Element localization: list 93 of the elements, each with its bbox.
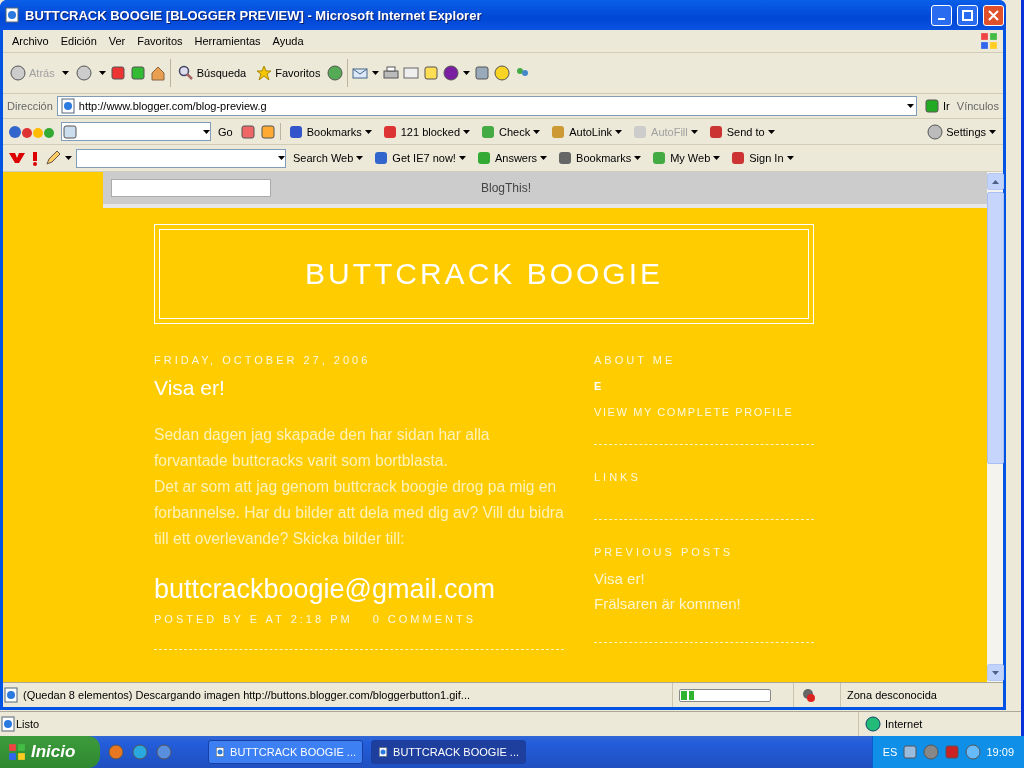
maximize-icon xyxy=(962,9,973,21)
caret-icon xyxy=(364,129,372,134)
caret-icon xyxy=(372,71,380,75)
status-text: Listo xyxy=(16,718,41,730)
caret-icon xyxy=(713,156,721,160)
google-toolbar-button[interactable]: AutoLink xyxy=(547,121,626,142)
google-toolbar-button[interactable]: Bookmarks xyxy=(284,121,375,142)
google-toolbar-button[interactable]: Check xyxy=(477,121,544,142)
navbar-search-field[interactable] xyxy=(111,179,271,197)
taskbar-task[interactable]: BUTTCRACK BOOGIE ... xyxy=(208,740,363,764)
printer-icon[interactable] xyxy=(383,65,400,81)
menu-item[interactable]: Edición xyxy=(55,33,102,49)
favorites-button[interactable]: Favoritos xyxy=(253,63,324,83)
sidebar-heading: PREVIOUS POSTS xyxy=(594,546,735,558)
caret-icon xyxy=(463,71,471,75)
google-toolbar-button[interactable]: 121 blocked xyxy=(378,121,474,142)
go-button[interactable]: Ir xyxy=(921,96,953,116)
search-button[interactable]: Búsqueda xyxy=(174,63,250,83)
post-date: FRIDAY, OCTOBER 27, 2006 xyxy=(154,354,372,366)
caret-icon xyxy=(615,129,623,134)
clock: 19:09 xyxy=(986,746,1014,758)
caret-icon xyxy=(767,129,775,134)
caret-icon xyxy=(786,156,794,160)
sidebar-heading: ABOUT ME xyxy=(594,354,677,366)
taskbar-task[interactable]: BUTTCRACK BOOGIE ... xyxy=(371,740,526,764)
magnifier-icon[interactable] xyxy=(177,65,194,81)
post-title: Visa er! xyxy=(154,376,226,400)
globe-page-icon xyxy=(215,744,226,760)
menu-item[interactable]: Ver xyxy=(103,33,131,49)
caret-icon xyxy=(65,156,72,160)
google-logo-icon xyxy=(7,123,57,140)
caret-icon xyxy=(278,156,285,160)
settings-button[interactable]: Settings xyxy=(924,121,999,142)
globe-page-icon xyxy=(0,716,16,732)
start-button[interactable]: Inicio xyxy=(0,736,100,768)
zone-text: Internet xyxy=(885,718,923,730)
google-toolbar-button[interactable]: Send to xyxy=(704,121,778,142)
blogthis-link[interactable]: BlogThis! xyxy=(481,181,532,195)
minimize-icon xyxy=(938,18,945,20)
windows-flag-icon xyxy=(8,743,26,761)
up-arrow-icon xyxy=(991,179,999,184)
caret-icon xyxy=(907,104,915,108)
down-arrow-icon xyxy=(991,670,999,675)
yahoo-toolbar-button[interactable]: Get IE7 now! xyxy=(370,148,469,168)
menu-item[interactable]: Favoritos xyxy=(132,33,188,49)
caret-icon xyxy=(989,129,996,134)
caret-icon xyxy=(356,156,364,160)
url-text: http://www.blogger.com/blog-preview.g xyxy=(78,100,268,112)
vertical-scrollbar[interactable] xyxy=(987,172,1003,682)
note-icon[interactable] xyxy=(423,65,440,81)
minimize-button[interactable] xyxy=(931,4,952,26)
caret-icon xyxy=(61,71,69,75)
post-paragraph: Det ar som att jag genom buttcrack boogie drog pa mig en forbannelse. Har du bilder att dela med dig av? Vill du bidra till ett overlevande? Skicka bilder till: xyxy=(154,477,564,549)
caret-icon xyxy=(203,129,210,134)
menu-item[interactable]: Ayuda xyxy=(267,33,309,49)
globe-page-icon xyxy=(3,687,19,703)
pencil-icon[interactable] xyxy=(45,150,61,166)
globe-page-icon xyxy=(59,98,76,114)
caret-icon xyxy=(533,129,541,134)
email-text: buttcrackboogie@gmail.com xyxy=(154,574,497,605)
home-icon[interactable] xyxy=(149,65,166,81)
yahoo-toolbar-button[interactable]: My Web xyxy=(648,148,724,168)
globe-page-icon xyxy=(378,744,389,760)
post-paragraph: Sedan dagen jag skapade den har sidan har alla forvantade buttcracks varit som bortblasta. xyxy=(154,425,491,471)
zone-text: Zona desconocida xyxy=(847,689,937,701)
windows-flag-icon xyxy=(979,32,999,50)
yahoo-toolbar-button[interactable]: Sign In xyxy=(727,148,797,168)
status-text: (Quedan 8 elementos) Descargando imagen http://buttons.blogger.com/bloggerbutton1.gif... xyxy=(23,689,471,701)
caret-icon xyxy=(458,156,466,160)
address-label: Dirección xyxy=(7,100,53,112)
close-button[interactable] xyxy=(983,4,1004,26)
globe-page-icon xyxy=(4,7,20,23)
caret-icon xyxy=(463,129,471,134)
post-byline: POSTED BY E AT 2:18 PM xyxy=(154,613,353,625)
yahoo-toolbar-button[interactable]: Bookmarks xyxy=(554,148,645,168)
yahoo-search-field[interactable] xyxy=(76,148,286,168)
window-title: BUTTCRACK BOOGIE [BLOGGER PREVIEW] - Microsoft Internet Explorer xyxy=(25,7,483,23)
address-field[interactable]: http://www.blogger.com/blog-preview.g xyxy=(56,96,918,116)
menu-item[interactable]: Archivo xyxy=(7,33,54,49)
google-search-field[interactable] xyxy=(61,122,211,141)
blog-title: BUTTCRACK BOOGIE xyxy=(304,257,663,291)
caret-icon xyxy=(98,71,106,75)
maximize-button[interactable] xyxy=(957,4,978,26)
close-icon xyxy=(988,9,999,21)
menu-item[interactable]: Herramientas xyxy=(189,33,266,49)
sidebar-heading: LINKS xyxy=(594,471,642,483)
yahoo-toolbar-button[interactable]: Search Web xyxy=(290,150,367,166)
caret-icon xyxy=(690,129,698,134)
links-label[interactable]: Vínculos xyxy=(956,100,999,112)
yahoo-toolbar-button[interactable]: Answers xyxy=(472,148,551,168)
caret-icon xyxy=(540,156,548,160)
caret-icon xyxy=(634,156,642,160)
google-go-button[interactable]: Go xyxy=(215,123,236,140)
